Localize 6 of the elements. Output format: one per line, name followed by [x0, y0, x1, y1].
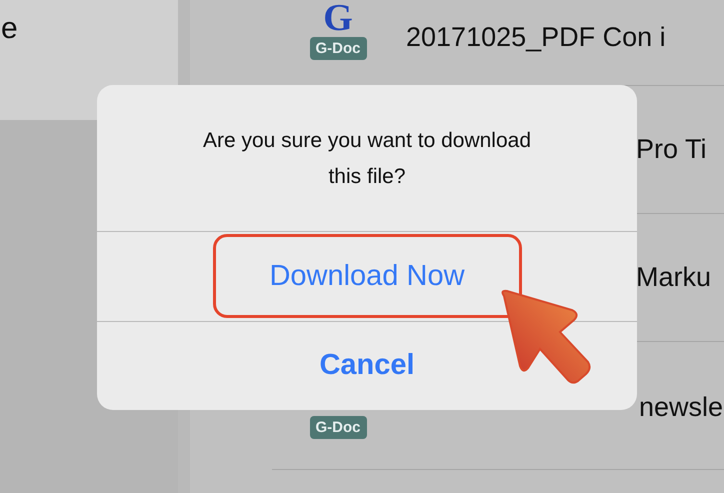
file-name[interactable]: newsle [639, 392, 724, 423]
file-name[interactable]: Marku [636, 262, 712, 293]
dialog-message: Are you sure you want to download this file? [97, 85, 637, 232]
file-name[interactable]: Pro Ti [636, 134, 707, 165]
file-name[interactable]: 20171025_PDF Con i [406, 22, 666, 53]
sidebar-label: e [1, 12, 18, 46]
